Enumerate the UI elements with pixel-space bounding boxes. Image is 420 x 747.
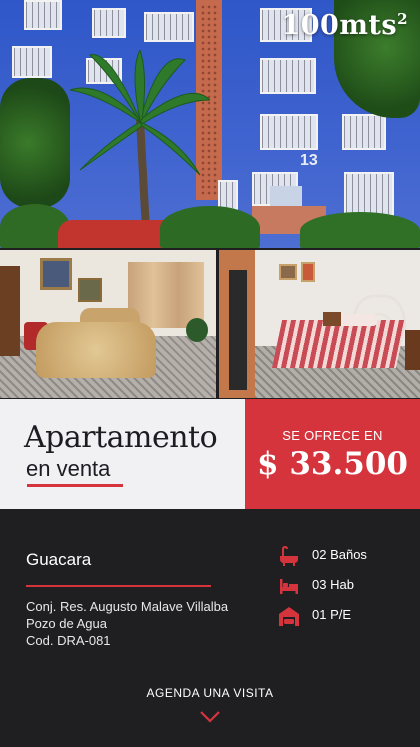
- area-unit: 2: [397, 10, 408, 28]
- address-line: Pozo de Agua: [26, 616, 107, 631]
- door: [229, 270, 247, 390]
- window: [92, 8, 126, 38]
- feature-label: 03 Hab: [312, 577, 354, 592]
- window: [12, 46, 52, 78]
- feature-bedrooms: 03 Hab: [278, 575, 408, 597]
- window: [260, 58, 316, 94]
- window: [342, 114, 386, 150]
- schedule-visit-link[interactable]: AGENDA UNA VISITA: [0, 686, 420, 700]
- area-badge: 100mts2: [281, 10, 408, 41]
- palm-tree: [70, 50, 210, 230]
- plant: [186, 318, 208, 342]
- bedroom-photo: [219, 250, 420, 398]
- hedge: [300, 212, 420, 248]
- bed-cover: [271, 320, 407, 368]
- wall-picture: [40, 258, 72, 290]
- armchair: [36, 322, 156, 378]
- bed-icon: [280, 579, 298, 594]
- dresser: [405, 330, 420, 370]
- wall-picture: [301, 262, 315, 282]
- listing-subtitle: en venta: [26, 456, 111, 481]
- listing-title: Apartamento: [24, 420, 218, 455]
- bookshelf: [0, 266, 20, 356]
- feature-bathrooms: 02 Baños: [278, 545, 408, 567]
- building-exterior-photo: 13 100mts2: [0, 0, 420, 248]
- offer-label: SE OFRECE EN: [282, 428, 383, 443]
- bathtub-icon: [280, 545, 298, 566]
- window: [218, 180, 238, 210]
- wall-picture: [279, 264, 297, 280]
- car-garage-icon: [279, 607, 299, 626]
- window: [260, 114, 318, 150]
- tree-foliage: [0, 78, 70, 208]
- price-value: $ 33.500: [256, 446, 408, 482]
- feature-parking: 01 P/E: [278, 605, 408, 627]
- city-underline: [26, 585, 211, 587]
- living-room-photo: [0, 250, 216, 398]
- feature-label: 02 Baños: [312, 547, 367, 562]
- feature-label: 01 P/E: [312, 607, 352, 622]
- area-value: 100mts: [281, 10, 398, 41]
- address-line: Conj. Res. Augusto Malave Villalba: [26, 599, 229, 614]
- title-underline: [27, 484, 123, 487]
- nightstand: [323, 312, 341, 326]
- listing-code: Cod. DRA-081: [26, 633, 111, 648]
- window: [144, 12, 194, 42]
- building-number: 13: [300, 152, 318, 169]
- window: [344, 172, 394, 216]
- chevron-down-icon[interactable]: [199, 710, 221, 724]
- wall-picture: [78, 278, 102, 302]
- window: [24, 0, 62, 30]
- hedge: [160, 206, 260, 248]
- pillow: [337, 314, 377, 326]
- city-name: Guacara: [26, 550, 92, 569]
